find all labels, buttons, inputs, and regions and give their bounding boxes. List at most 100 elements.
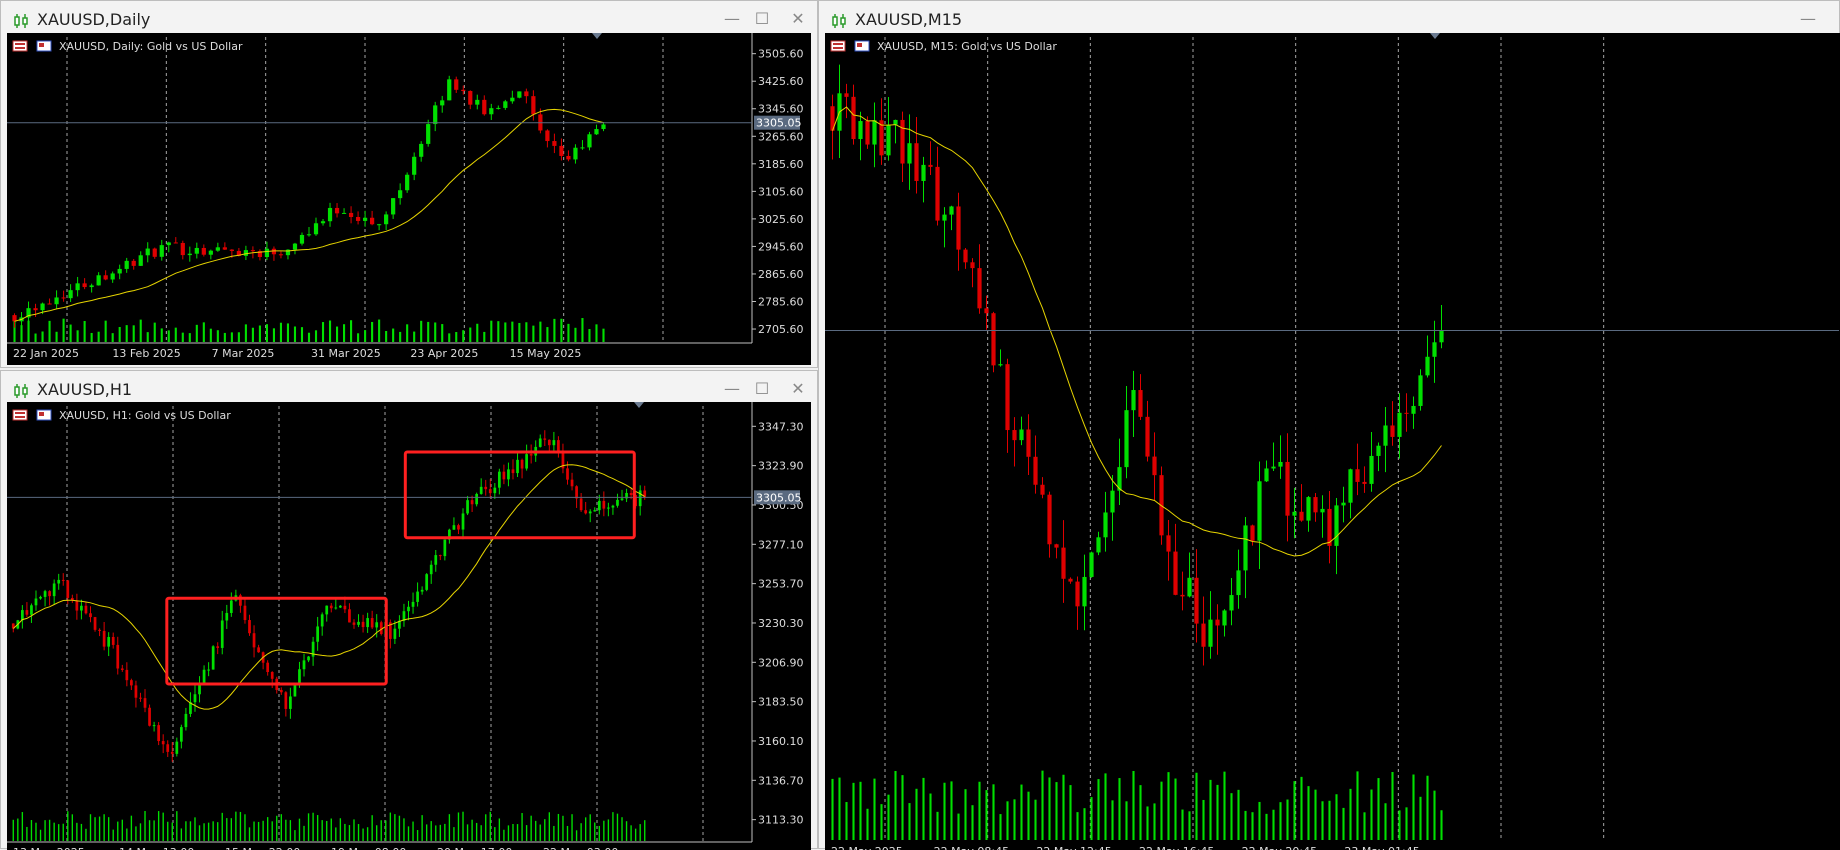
candle-body <box>545 130 550 142</box>
minimize-button[interactable]: — <box>721 379 743 398</box>
candle-body <box>516 459 519 474</box>
price-tick-label: 2705.60 <box>758 323 804 336</box>
chart-m15: XAUUSD, M15: Gold vs US Dollar 22 May 202… <box>825 33 1839 850</box>
close-button[interactable]: ✕ <box>787 9 809 28</box>
price-tick-label: 3265.60 <box>758 130 804 143</box>
candle-body <box>98 629 101 631</box>
candle-body <box>289 696 292 709</box>
candle-body <box>102 630 106 647</box>
candle-body <box>935 166 940 221</box>
candle-body <box>858 121 863 140</box>
chart-window-daily[interactable]: XAUUSD,Daily — ☐ ✕ XAUUSD, Daily: Gold v… <box>0 0 818 368</box>
candle-body <box>107 636 111 647</box>
candle-body <box>222 247 227 250</box>
chart-area-h1[interactable]: XAUUSD, H1: Gold vs US Dollar 3347.30 3323… <box>7 402 811 850</box>
candle-body <box>970 262 975 269</box>
candle-body <box>601 124 606 130</box>
candle-body <box>357 621 360 625</box>
close-button[interactable]: ✕ <box>787 379 809 398</box>
candle-body <box>343 605 347 610</box>
candle-body <box>1026 429 1031 457</box>
list-icon-line <box>15 412 25 414</box>
candle-body <box>187 253 192 256</box>
candle-body <box>1383 425 1388 446</box>
candle-body <box>1012 430 1017 441</box>
price-tick-label: 3347.30 <box>758 420 804 433</box>
candle-body <box>1033 456 1038 485</box>
candle-body <box>851 96 856 140</box>
candle-body <box>1341 502 1346 506</box>
candle-body <box>1334 505 1339 546</box>
price-tick-label: 3206.90 <box>758 656 804 669</box>
candle-body <box>307 656 310 661</box>
candle-body <box>1138 390 1143 417</box>
candle-body <box>956 206 961 250</box>
price-tick-label: 3505.60 <box>758 48 804 61</box>
candle-body <box>1264 468 1269 482</box>
candle-body <box>117 268 122 274</box>
candle-body <box>175 741 179 754</box>
candle-body <box>1201 623 1206 647</box>
chart-window-h1[interactable]: XAUUSD,H1 — ☐ ✕ XAUUSD, H1: Gold vs US D… <box>0 370 818 850</box>
candle-body <box>334 207 340 214</box>
candle-body <box>252 633 256 648</box>
candle-body <box>166 744 170 752</box>
candle-body <box>82 283 87 288</box>
chart-area-m15[interactable]: XAUUSD, M15: Gold vs US Dollar 22 May 202… <box>825 33 1840 850</box>
candle-body <box>1285 461 1290 516</box>
candle-body <box>531 96 536 115</box>
price-tick-label: 2785.60 <box>758 295 804 308</box>
price-tick-label: 3025.60 <box>758 213 804 226</box>
candle-body <box>25 610 29 615</box>
candle-body <box>211 646 215 670</box>
candle-body <box>33 308 38 311</box>
candle-body <box>57 579 61 584</box>
candle-body <box>488 489 492 494</box>
price-tick-label: 3277.10 <box>758 538 804 551</box>
candle-body <box>1439 330 1444 343</box>
chart-h1: XAUUSD, H1: Gold vs US Dollar 3347.30 3323… <box>7 402 804 850</box>
candle-body <box>1243 525 1248 571</box>
candle-body <box>552 440 556 446</box>
candle-body <box>208 250 213 255</box>
maximize-button[interactable]: ☐ <box>751 379 773 398</box>
time-tick-label: 23 May 01:45 <box>1344 845 1419 850</box>
candle-body <box>370 217 375 225</box>
candle-body <box>93 617 97 630</box>
maximize-button[interactable]: ☐ <box>751 9 773 28</box>
candle-body <box>411 601 415 607</box>
candle-body <box>355 217 361 221</box>
chart-window-m15[interactable]: XAUUSD,M15 — XAUUSD, M15: Gold vs US Dol… <box>818 0 1840 850</box>
candle-body <box>419 143 424 157</box>
minimize-button[interactable]: — <box>721 9 743 28</box>
candle-body <box>243 605 247 621</box>
candle-body <box>170 751 174 754</box>
highlight-box <box>403 450 636 540</box>
candle-body <box>489 108 494 115</box>
candle-body <box>284 692 288 709</box>
candle-body <box>145 248 150 256</box>
candle-body <box>138 255 143 266</box>
candle-body <box>1054 544 1059 548</box>
candle-body <box>1061 547 1066 579</box>
price-tag-label: 3305.05 <box>756 491 802 504</box>
candle-body <box>1397 412 1402 437</box>
candle-body <box>844 93 849 97</box>
time-tick-label: 15 May 22:00 <box>225 846 300 850</box>
candle-body <box>566 468 569 480</box>
candle-body <box>963 249 968 263</box>
candle-body <box>54 297 59 305</box>
chart-area-daily[interactable]: XAUUSD, Daily: Gold vs US Dollar 3505.60 3… <box>7 33 811 365</box>
candle-body <box>928 164 933 167</box>
candle-body <box>34 598 38 606</box>
candle-body <box>47 303 52 305</box>
candle-body <box>1362 481 1367 484</box>
candle-body <box>991 313 996 366</box>
candle-body <box>1355 469 1360 482</box>
minimize-button[interactable]: — <box>1797 9 1819 28</box>
candle-body <box>80 605 83 611</box>
candle-body <box>266 662 270 673</box>
candle-body <box>361 621 365 628</box>
candle-body <box>1047 494 1052 545</box>
candle-body <box>1369 455 1374 484</box>
